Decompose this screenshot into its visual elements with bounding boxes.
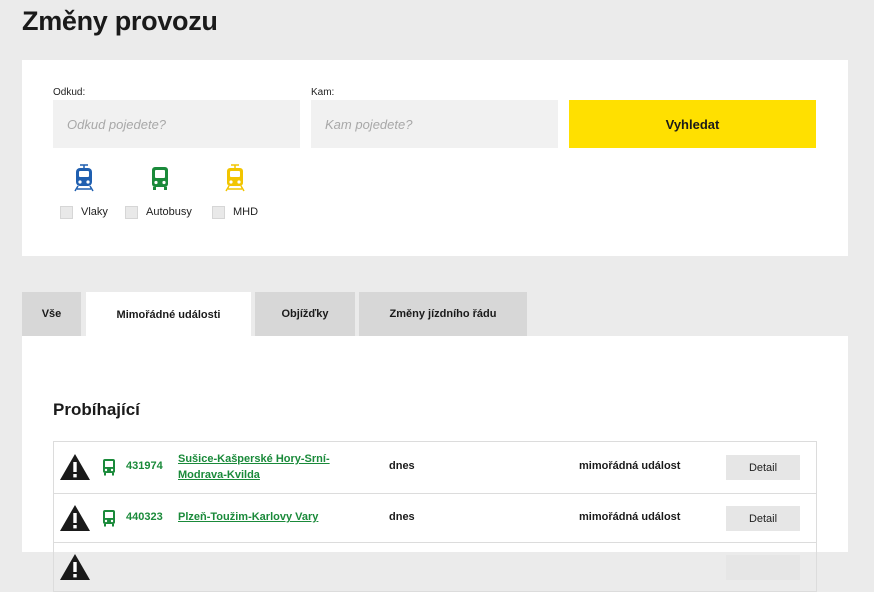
detail-button[interactable]: Detail (726, 506, 800, 531)
bus-icon (103, 459, 115, 476)
search-button[interactable]: Vyhledat (569, 100, 816, 148)
table-row: 440323 Plzeň-Toužim-Karlovy Vary dnes mi… (54, 494, 816, 543)
train-icon (74, 164, 94, 192)
checkbox-label: MHD (233, 206, 259, 218)
checkbox-box[interactable] (60, 205, 73, 219)
detail-button[interactable] (726, 555, 800, 580)
tab-all[interactable]: Vše (22, 292, 81, 336)
warning-icon (60, 454, 90, 480)
checkbox-label: Autobusy (146, 206, 192, 218)
section-title: Probíhající (53, 400, 140, 419)
warning-icon (60, 554, 90, 580)
checkbox-buses[interactable]: Autobusy (125, 204, 192, 220)
tab-timetable-changes[interactable]: Změny jízdního řádu (359, 292, 527, 336)
detail-button[interactable]: Detail (726, 455, 800, 480)
table-row (54, 543, 816, 592)
table-row: 431974 Sušice-Kašperské Hory-Srní-Modrav… (54, 442, 816, 494)
page-title: Změny provozu (22, 6, 218, 36)
to-input[interactable] (311, 100, 558, 148)
tab-detours[interactable]: Objížďky (255, 292, 355, 336)
checkbox-trains[interactable]: Vlaky (60, 204, 108, 220)
bus-icon (152, 167, 168, 190)
checkbox-mhd[interactable]: MHD (212, 204, 258, 220)
event-type: mimořádná událost (579, 511, 681, 523)
tram-icon (225, 164, 245, 192)
route-link[interactable]: Plzeň-Toužim-Karlovy Vary (178, 509, 358, 525)
event-date: dnes (389, 460, 415, 472)
event-date: dnes (389, 511, 415, 523)
route-link[interactable]: Sušice-Kašperské Hory-Srní-Modrava-Kvild… (178, 451, 358, 483)
line-number: 431974 (126, 460, 163, 472)
search-card: Odkud: Kam: Vyhledat Vlaky Autobusy (22, 60, 848, 256)
from-label: Odkud: (53, 87, 86, 98)
events-panel: Probíhající 431974 Sušice-Kašperské Hory… (22, 336, 848, 592)
events-table: 431974 Sušice-Kašperské Hory-Srní-Modrav… (53, 441, 817, 592)
warning-icon (60, 505, 90, 531)
tab-extraordinary-events[interactable]: Mimořádné události (86, 292, 251, 337)
line-number: 440323 (126, 511, 163, 523)
to-label: Kam: (311, 87, 335, 98)
bus-icon (103, 510, 115, 527)
from-input[interactable] (53, 100, 300, 148)
checkbox-box[interactable] (212, 205, 225, 219)
event-type: mimořádná událost (579, 460, 681, 472)
checkbox-label: Vlaky (81, 206, 108, 218)
checkbox-box[interactable] (125, 205, 138, 219)
